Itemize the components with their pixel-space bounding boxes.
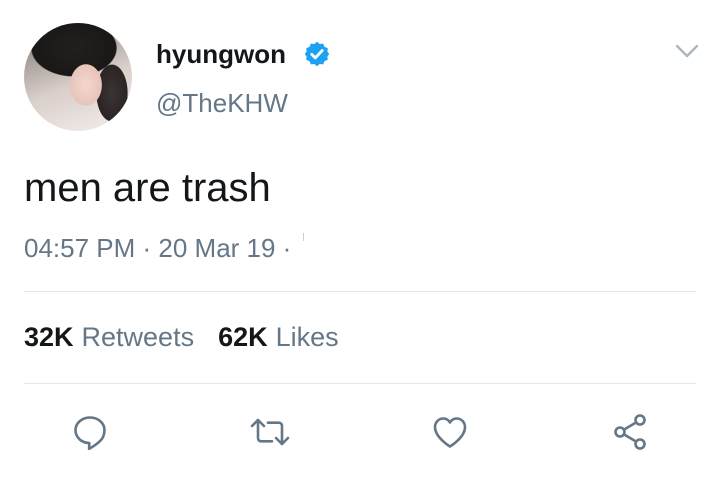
retweets-label: Retweets bbox=[81, 322, 195, 352]
likes-label: Likes bbox=[275, 322, 339, 352]
avatar[interactable] bbox=[24, 23, 132, 131]
divider bbox=[24, 291, 696, 292]
retweets-count: 32K bbox=[24, 322, 74, 352]
chevron-down-icon[interactable] bbox=[674, 42, 700, 60]
user-handle[interactable]: @TheKHW bbox=[156, 88, 288, 118]
retweet-button[interactable] bbox=[248, 410, 292, 454]
share-icon bbox=[614, 414, 646, 450]
share-button[interactable] bbox=[608, 410, 652, 454]
timestamp-tail bbox=[303, 233, 305, 241]
timestamp-text: 04:57 PM · 20 Mar 19 · bbox=[24, 233, 292, 263]
verified-badge-icon bbox=[304, 41, 330, 67]
likes-stat[interactable]: 62K Likes bbox=[218, 322, 339, 352]
tweet-stats: 32K Retweets 62K Likes bbox=[24, 321, 339, 353]
retweet-icon bbox=[250, 418, 290, 446]
reply-bubble-icon bbox=[74, 416, 106, 451]
likes-count: 62K bbox=[218, 322, 268, 352]
reply-button[interactable] bbox=[68, 410, 112, 454]
like-button[interactable] bbox=[428, 410, 472, 454]
tweet-text: men are trash bbox=[24, 166, 271, 210]
retweets-stat[interactable]: 32K Retweets bbox=[24, 322, 194, 352]
tweet-timestamp: 04:57 PM · 20 Mar 19 · bbox=[24, 232, 305, 264]
heart-icon bbox=[433, 417, 467, 448]
tweet-card: hyungwon @TheKHW men are trash 04:57 PM … bbox=[0, 0, 720, 482]
display-name[interactable]: hyungwon bbox=[156, 39, 286, 69]
divider bbox=[24, 383, 696, 384]
